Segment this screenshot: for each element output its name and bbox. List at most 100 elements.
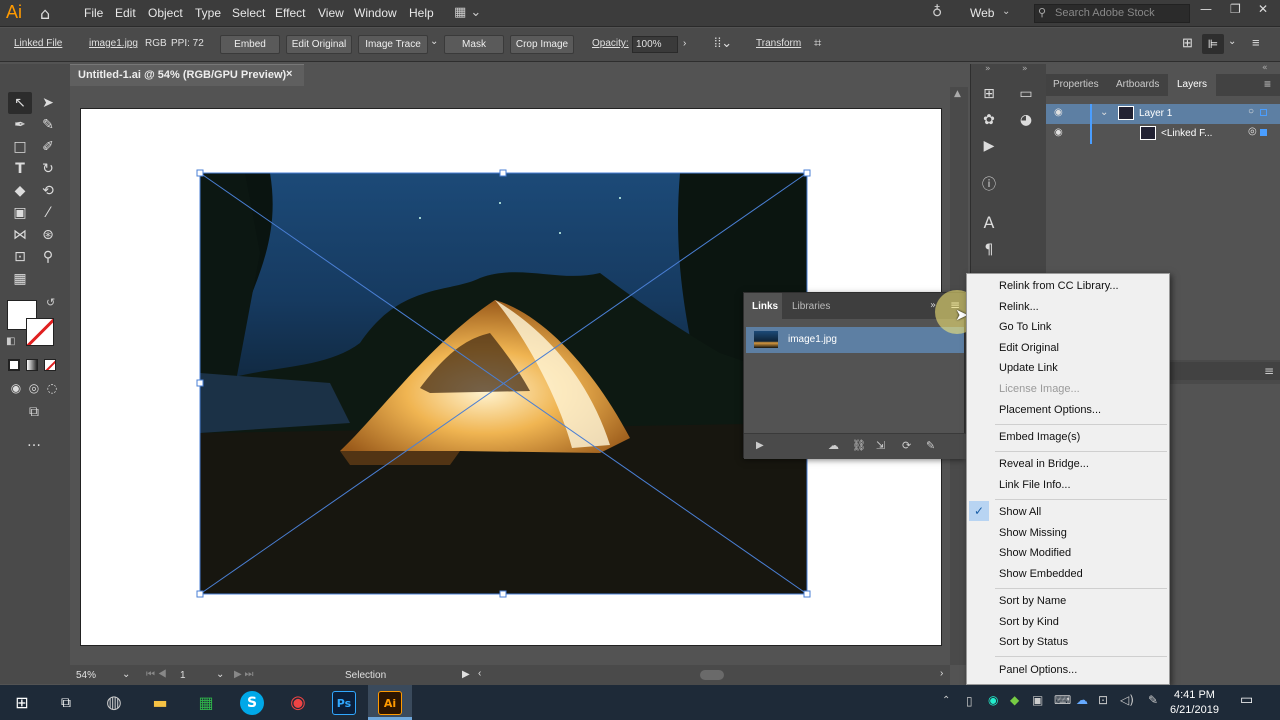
panel-tabs: Properties Artboards Layers ≡ xyxy=(1046,74,1280,96)
notifications-icon[interactable]: ▭ xyxy=(1240,692,1253,708)
menu-item-edit-original[interactable]: Edit Original xyxy=(967,338,1169,358)
menu-separator xyxy=(995,588,1167,589)
symbols-icon[interactable]: ✿ xyxy=(979,110,999,130)
start-icon[interactable]: ⊞ xyxy=(10,691,34,715)
visibility-eye-icon[interactable]: ◉ xyxy=(1054,127,1063,138)
artboard-number[interactable]: 1 xyxy=(180,670,186,681)
menu-item-panel-options[interactable]: Panel Options... xyxy=(967,660,1169,680)
file-explorer-icon[interactable]: ▬ xyxy=(148,691,172,715)
menu-item-sort-by-kind[interactable]: Sort by Kind xyxy=(967,612,1169,632)
volume-icon[interactable]: ◁) xyxy=(1120,693,1134,707)
edit-original-icon[interactable]: ✎ xyxy=(926,439,935,452)
panel-menu-icon[interactable]: ≡ xyxy=(1264,364,1274,378)
tray-overflow-icon[interactable]: ⌃ xyxy=(942,695,950,706)
target-icon[interactable]: ◎ xyxy=(1248,126,1257,137)
go-to-link-icon[interactable]: ⇲ xyxy=(876,439,885,452)
links-panel-header: Links Libraries » ≡ xyxy=(744,293,966,319)
show-info-icon[interactable]: ▶ xyxy=(756,440,764,451)
tab-links[interactable]: Links xyxy=(752,301,778,312)
collapse-panel-icon[interactable]: « xyxy=(1262,63,1268,73)
visibility-eye-icon[interactable]: ◉ xyxy=(1054,107,1063,118)
panel-menu-icon[interactable]: ≡ xyxy=(1264,77,1271,91)
relink-cc-icon[interactable]: ☁ xyxy=(828,439,839,452)
layer-row[interactable]: ◉ ⌄ Layer 1 ○ xyxy=(1046,104,1280,124)
layer-thumbnail xyxy=(1118,106,1134,120)
tray-app-icon-2[interactable]: ▣ xyxy=(1032,693,1043,707)
collapse-dock-icon[interactable]: » xyxy=(985,64,991,74)
artboard-dropdown-icon[interactable]: ⌄ xyxy=(216,669,224,680)
menu-item-show-modified[interactable]: Show Modified xyxy=(967,543,1169,563)
scroll-right-icon[interactable]: › xyxy=(940,668,943,679)
scroll-left-icon[interactable]: ‹ xyxy=(478,668,481,679)
chrome-icon[interactable]: ◉ xyxy=(286,691,310,715)
menu-item-placement-options[interactable]: Placement Options... xyxy=(967,400,1169,420)
keyboard-icon[interactable]: ⌨ xyxy=(1054,693,1071,707)
network-icon[interactable]: ⊡ xyxy=(1098,693,1108,707)
horizontal-scroll-thumb[interactable] xyxy=(700,670,724,680)
tab-artboards[interactable]: Artboards xyxy=(1116,79,1159,90)
clock[interactable]: 4:41 PM 6/21/2019 xyxy=(1170,688,1219,718)
tab-libraries[interactable]: Libraries xyxy=(792,301,830,312)
menu-item-show-missing[interactable]: Show Missing xyxy=(967,523,1169,543)
zoom-dropdown-icon[interactable]: ⌄ xyxy=(122,669,130,680)
clock-date: 6/21/2019 xyxy=(1170,704,1219,716)
properties-panel-header: ≡ xyxy=(1170,362,1280,380)
info-icon[interactable]: ⓘ xyxy=(979,175,999,195)
character-icon[interactable]: A xyxy=(979,213,999,233)
link-filename: image1.jpg xyxy=(788,334,837,345)
menu-item-update-link[interactable]: Update Link xyxy=(967,358,1169,378)
pen-icon[interactable]: ✎ xyxy=(1148,693,1158,707)
gradient-panel-icon[interactable]: ▭ xyxy=(1016,84,1036,104)
menu-item-relink[interactable]: Relink... xyxy=(967,297,1169,317)
menu-item-license-image: License Image... xyxy=(999,383,1080,395)
zoom-level[interactable]: 54% xyxy=(76,670,96,681)
illustrator-icon[interactable]: Ai xyxy=(378,691,402,715)
skype-icon[interactable]: S xyxy=(240,691,264,715)
links-panel: Links Libraries » ≡ image1.jpg ▶ ☁ ⛓ ⇲ ⟳… xyxy=(743,292,966,459)
libraries-icon[interactable]: ⊞ xyxy=(979,84,999,104)
menu-item-link-file-info[interactable]: Link File Info... xyxy=(967,475,1169,495)
photoshop-icon[interactable]: Ps xyxy=(332,691,356,715)
first-artboard-icon[interactable]: ⏮ ◀ xyxy=(146,669,167,680)
menu-item-sort-by-name[interactable]: Sort by Name xyxy=(967,591,1169,611)
usb-icon[interactable]: ▯ xyxy=(966,694,973,708)
menu-separator xyxy=(995,424,1167,425)
task-view-icon[interactable]: ⧉ xyxy=(54,691,78,715)
collapse-dock-icon[interactable]: » xyxy=(1022,64,1028,74)
onedrive-icon[interactable]: ☁ xyxy=(1076,693,1088,707)
clock-time: 4:41 PM xyxy=(1173,689,1215,701)
menu-item-reveal-in-bridge[interactable]: Reveal in Bridge... xyxy=(967,454,1169,474)
tab-properties[interactable]: Properties xyxy=(1053,79,1099,90)
expand-chevron-icon[interactable]: ⌄ xyxy=(1100,107,1108,118)
link-thumbnail xyxy=(754,331,778,348)
layer-row[interactable]: ◉ <Linked F... ◎ xyxy=(1046,124,1280,144)
paragraph-icon[interactable]: ¶ xyxy=(979,240,999,260)
target-icon[interactable]: ○ xyxy=(1248,106,1254,117)
relink-icon[interactable]: ⛓ xyxy=(852,439,866,452)
menu-item-relink-cc[interactable]: Relink from CC Library... xyxy=(967,276,1169,296)
browser-icon[interactable]: ◍ xyxy=(102,691,126,715)
appearance-panel-icon[interactable]: ◕ xyxy=(1016,110,1036,130)
menu-item-go-to-link[interactable]: Go To Link xyxy=(967,317,1169,337)
current-tool-label: Selection xyxy=(345,670,387,681)
status-bar: 54% ⌄ ⏮ ◀ 1 ⌄ ▶ ⏭ Selection ▶ ‹ › xyxy=(70,665,950,685)
actions-icon[interactable]: ▶ xyxy=(979,136,999,156)
link-item-row[interactable]: image1.jpg xyxy=(746,327,964,353)
selection-indicator[interactable] xyxy=(1260,129,1267,136)
selection-indicator[interactable] xyxy=(1260,109,1267,116)
links-panel-footer: ▶ ☁ ⛓ ⇲ ⟳ ✎ xyxy=(744,433,966,459)
menu-item-embed-images[interactable]: Embed Image(s) xyxy=(967,427,1169,447)
calendar-app-icon[interactable]: ▦ xyxy=(194,691,218,715)
status-menu-icon[interactable]: ▶ xyxy=(462,669,470,680)
layer-thumbnail xyxy=(1140,126,1156,140)
menu-item-show-embedded[interactable]: Show Embedded xyxy=(967,564,1169,584)
menu-item-sort-by-status[interactable]: Sort by Status xyxy=(967,632,1169,652)
layer-name[interactable]: Layer 1 xyxy=(1139,108,1172,119)
update-link-icon[interactable]: ⟳ xyxy=(902,439,911,452)
nvidia-icon[interactable]: ◆ xyxy=(1010,693,1019,707)
last-artboard-icon[interactable]: ▶ ⏭ xyxy=(234,669,253,680)
layer-name[interactable]: <Linked F... xyxy=(1161,128,1212,139)
tray-app-icon[interactable]: ◉ xyxy=(988,693,998,707)
menu-item-show-all[interactable]: Show All xyxy=(967,502,1169,522)
tab-layers[interactable]: Layers xyxy=(1177,79,1207,90)
